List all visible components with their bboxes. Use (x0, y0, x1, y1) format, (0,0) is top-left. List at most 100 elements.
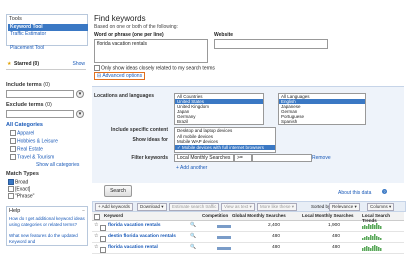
category-item[interactable]: Hobbies & Leisure (10, 138, 58, 144)
table-row: ☆ destin florida vacation rentals 🔍 480 … (92, 232, 404, 243)
advanced-panel: Locations and languages All Countries Un… (92, 86, 404, 183)
header-local[interactable]: Local Monthly Searches (302, 213, 354, 218)
help-icon[interactable]: ? (382, 189, 387, 194)
filter-value-input[interactable] (252, 154, 312, 162)
help-link[interactable]: How do I get additional keyword ideas us… (9, 216, 85, 227)
all-categories-link[interactable]: All Categories (6, 122, 43, 128)
results-toolbar: + Add keywords Download ▾ Estimate searc… (92, 201, 406, 212)
sort-select[interactable]: Relevance ▾ (329, 203, 360, 211)
collapse-icon[interactable]: − (82, 208, 85, 214)
languages-listbox[interactable]: All Languages English Japanese German Po… (278, 93, 366, 125)
exclude-terms-toggle-icon[interactable]: ▾ (76, 110, 84, 118)
about-data-link[interactable]: About this data (338, 190, 371, 196)
category-item[interactable]: Apparel (10, 130, 34, 136)
local-value: 1,900 (328, 223, 341, 228)
keyword-link[interactable]: destin florida vacation rentals (108, 234, 176, 239)
competition-bar (217, 247, 231, 250)
device-option-selected[interactable]: ✓ Mobile devices with full internet brow… (175, 144, 275, 150)
advanced-options-link[interactable]: ⊟ Advanced options (94, 72, 146, 80)
remove-filter-link[interactable]: Remove (312, 155, 331, 161)
starred-label: Starred (0) (14, 61, 40, 67)
trend-sparkline (362, 223, 382, 229)
word-label: Word or phrase (one per line) (94, 32, 164, 38)
include-terms-input[interactable] (6, 90, 74, 98)
specific-content-label: Include specific content (111, 127, 168, 133)
header-global[interactable]: Global Monthly Searches (232, 213, 286, 218)
keyword-link[interactable]: florida vacation rentals (108, 223, 161, 228)
add-another-link[interactable]: + Add another (176, 165, 207, 171)
include-terms-toggle-icon[interactable]: ▾ (76, 90, 84, 98)
search-button[interactable]: Search (104, 185, 132, 197)
filter-field-select[interactable]: Local Monthly Searches (174, 154, 234, 162)
magnifier-icon[interactable]: 🔍 (190, 234, 196, 239)
help-link[interactable]: What new features do the updated Keyword… (9, 233, 85, 244)
trend-sparkline (362, 234, 382, 240)
magnifier-icon[interactable]: 🔍 (190, 245, 196, 250)
magnifier-icon[interactable]: 🔍 (190, 223, 196, 228)
view-as-text-button[interactable]: View as text ▾ (221, 203, 255, 211)
page-title: Find keywords (94, 14, 146, 23)
website-label: Website (214, 32, 234, 38)
match-type-broad[interactable]: Broad (8, 179, 28, 185)
only-show-closely-checkbox[interactable] (94, 65, 100, 71)
match-types-title: Match Types (6, 171, 39, 177)
keyword-link[interactable]: florida vacation rental (108, 245, 158, 250)
exact-checkbox[interactable] (8, 186, 14, 192)
include-terms-title: Include terms (0) (6, 82, 51, 88)
local-value: 480 (332, 245, 341, 250)
global-value: 2,400 (268, 223, 281, 228)
category-checkbox[interactable] (10, 154, 16, 160)
sidebar: Tools Keyword Tool Traffic Estimator Pla… (6, 14, 88, 262)
category-checkbox[interactable] (10, 138, 16, 144)
star-icon: ★ (7, 61, 12, 67)
tools-title: Tools (9, 16, 22, 22)
filter-op-select[interactable]: >= (234, 154, 252, 162)
table-row: ☆ florida vacation rentals 🔍 2,400 1,900 (92, 221, 404, 232)
location-option[interactable]: Brazil (175, 119, 263, 124)
header-competition[interactable]: Competition (202, 213, 228, 218)
category-checkbox[interactable] (10, 130, 16, 136)
word-input[interactable]: florida vacation rentals (94, 39, 208, 63)
match-type-exact[interactable]: [Exact] (8, 186, 30, 192)
starred-bar: ★ Starred (0) Show (6, 61, 86, 70)
sidebar-item-keyword-tool[interactable]: Keyword Tool (8, 24, 88, 31)
category-item[interactable]: Travel & Tourism (10, 154, 54, 160)
header-keyword[interactable]: Keyword (104, 213, 123, 218)
website-input[interactable] (214, 39, 328, 49)
broad-checkbox[interactable] (8, 179, 14, 185)
download-button[interactable]: Download ▾ (137, 203, 167, 211)
row-star-icon[interactable]: ☆ (94, 234, 98, 239)
row-star-icon[interactable]: ☆ (94, 223, 98, 228)
main-panel: Find keywords Based on one or both of th… (92, 14, 406, 262)
starred-show-link[interactable]: Show (72, 61, 85, 67)
tools-box: Tools Keyword Tool Traffic Estimator Pla… (6, 14, 88, 51)
exclude-terms-input[interactable] (6, 110, 74, 118)
table-row: ☆ florida vacation rental 🔍 480 480 (92, 243, 404, 254)
language-option[interactable]: Spanish (279, 119, 365, 124)
show-all-categories-link[interactable]: Show all categories (36, 162, 79, 168)
phrase-checkbox[interactable] (8, 193, 14, 199)
estimate-traffic-button[interactable]: Estimate search traffic (169, 203, 220, 211)
competition-bar (217, 225, 231, 228)
page-subtitle: Based on one or both of the following: (94, 24, 178, 30)
sidebar-item-traffic-estimator[interactable]: Traffic Estimator (8, 31, 88, 38)
columns-button[interactable]: Columns ▾ (367, 203, 395, 211)
sorted-by-label: Sorted by (311, 204, 331, 209)
category-checkbox[interactable] (10, 146, 16, 152)
show-ideas-label: Show ideas for (132, 137, 168, 143)
category-item[interactable]: Real Estate (10, 146, 43, 152)
sidebar-item-placement-tool[interactable]: Placement Tool (8, 45, 88, 52)
trend-sparkline (362, 245, 382, 251)
exclude-terms-title: Exclude terms (0) (6, 102, 52, 108)
help-box: Help − How do I get additional keyword i… (6, 206, 88, 246)
locations-listbox[interactable]: All Countries United States United Kingd… (174, 93, 264, 125)
row-star-icon[interactable]: ☆ (94, 245, 98, 250)
only-show-closely-option[interactable]: Only show ideas closely related to my se… (94, 65, 215, 71)
table-header: Keyword Competition Global Monthly Searc… (92, 212, 404, 223)
add-keywords-button[interactable]: + Add keywords (95, 203, 133, 211)
more-like-these-button[interactable]: More like these ▾ (257, 203, 298, 211)
device-dropdown[interactable]: Desktop and laptop devices All mobile de… (174, 127, 276, 153)
global-value: 480 (272, 245, 281, 250)
match-type-phrase[interactable]: "Phrase" (8, 193, 34, 199)
global-value: 480 (272, 234, 281, 239)
